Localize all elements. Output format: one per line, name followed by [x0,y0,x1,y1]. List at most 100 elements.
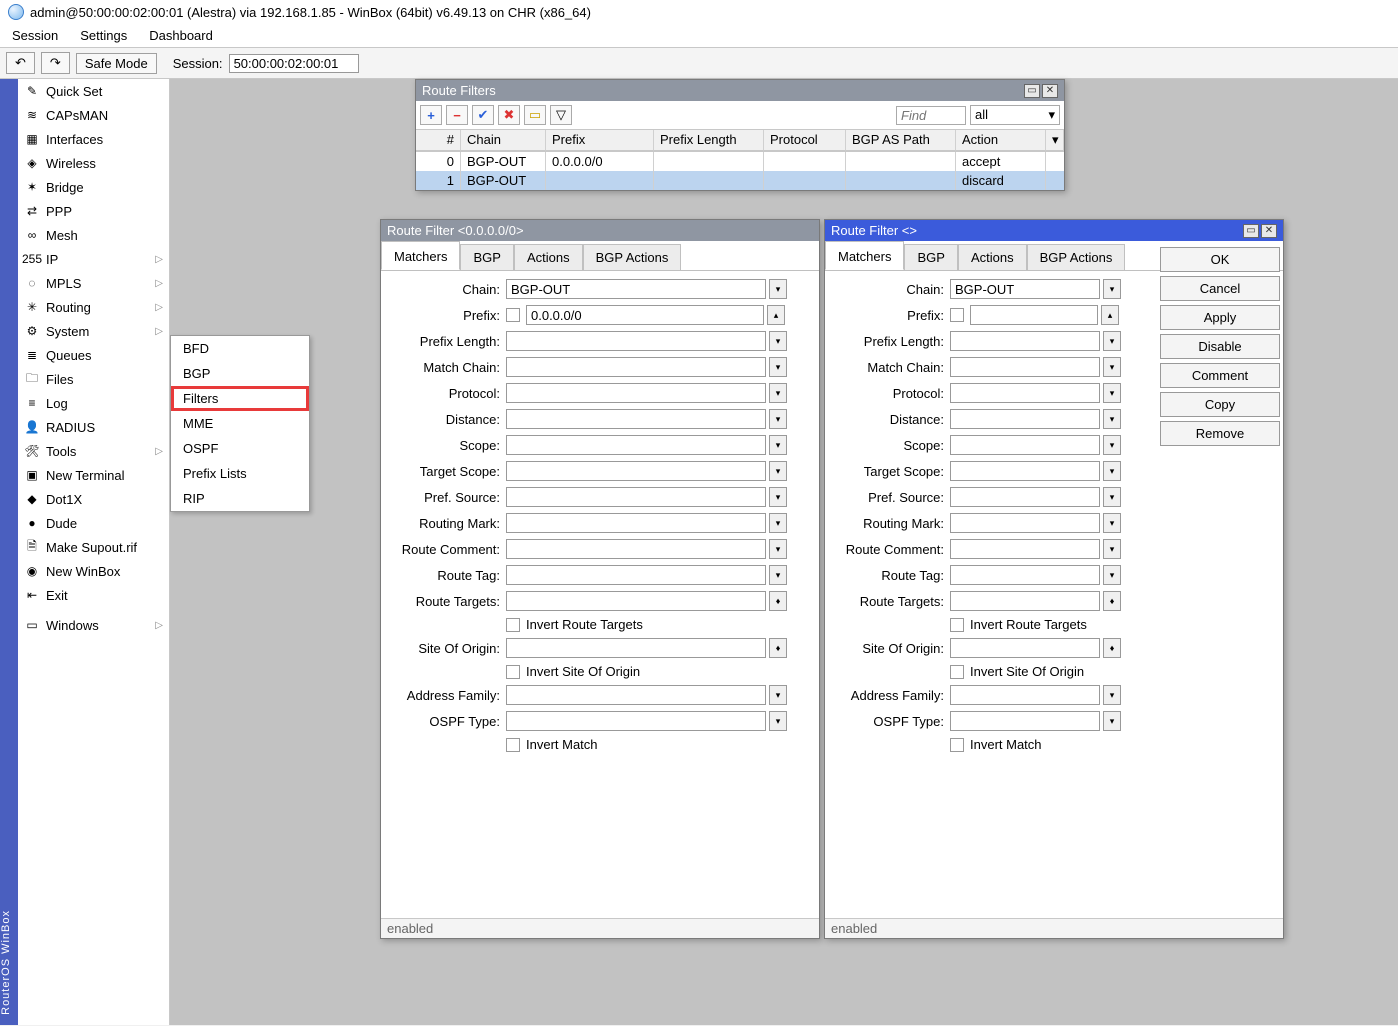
submenu-item-bfd[interactable]: BFD [171,336,309,361]
checkbox-imatch[interactable] [506,738,520,752]
comment-button[interactable]: Comment [1160,363,1280,388]
input-psrc[interactable] [950,487,1100,507]
dropdown-icon[interactable]: ▾ [1103,383,1121,403]
dropdown-icon[interactable]: ♦ [1103,591,1121,611]
dropdown-icon[interactable]: ▾ [769,435,787,455]
dropdown-icon[interactable]: ♦ [769,638,787,658]
dropdown-icon[interactable]: ▾ [769,565,787,585]
input-prefix[interactable] [970,305,1098,325]
checkbox-isoo[interactable] [950,665,964,679]
minimize-icon[interactable]: ▭ [1024,84,1040,98]
close-icon[interactable]: ✕ [1042,84,1058,98]
input-mchain[interactable] [506,357,766,377]
input-rcom[interactable] [950,539,1100,559]
tab-matchers[interactable]: Matchers [825,241,904,270]
remove-button[interactable]: Remove [1160,421,1280,446]
cancel-button[interactable]: Cancel [1160,276,1280,301]
input-rtag[interactable] [950,565,1100,585]
input-rtgt[interactable] [950,591,1100,611]
table-row[interactable]: 1BGP-OUTdiscard [416,171,1064,190]
input-rcom[interactable] [506,539,766,559]
dropdown-icon[interactable]: ▾ [1103,711,1121,731]
ok-button[interactable]: OK [1160,247,1280,272]
input-dist[interactable] [950,409,1100,429]
dropdown-icon[interactable]: ▾ [1103,487,1121,507]
dropdown-icon[interactable]: ▾ [1103,409,1121,429]
dropdown-icon[interactable]: ▾ [769,461,787,481]
dropdown-icon[interactable]: ▾ [769,539,787,559]
input-mchain[interactable] [950,357,1100,377]
dropdown-icon[interactable]: ♦ [1103,638,1121,658]
submenu-item-prefix-lists[interactable]: Prefix Lists [171,461,309,486]
dropdown-icon[interactable]: ▾ [769,383,787,403]
sidebar-item-bridge[interactable]: ✶Bridge [18,175,169,199]
input-soo[interactable] [950,638,1100,658]
dropdown-icon[interactable]: ▾ [769,685,787,705]
all-select[interactable]: all▾ [970,105,1060,125]
dropdown-icon[interactable]: ▾ [769,331,787,351]
enable-button[interactable]: ✔ [472,105,494,125]
prefix-enable-checkbox[interactable] [950,308,964,322]
input-plen[interactable] [506,331,766,351]
dropdown-icon[interactable]: ▾ [769,487,787,507]
redo-button[interactable]: ↷ [41,52,70,74]
input-ospf[interactable] [506,711,766,731]
prefix-enable-checkbox[interactable] [506,308,520,322]
dropdown-icon[interactable]: ▾ [1103,279,1121,299]
menu-dashboard[interactable]: Dashboard [145,26,217,45]
dropdown-icon[interactable]: ▾ [1103,357,1121,377]
copy-button[interactable]: Copy [1160,392,1280,417]
filter-button[interactable]: ▽ [550,105,572,125]
dropdown-icon[interactable]: ▾ [1103,685,1121,705]
menu-session[interactable]: Session [8,26,62,45]
input-ospf[interactable] [950,711,1100,731]
tab-actions[interactable]: Actions [958,244,1027,270]
input-plen[interactable] [950,331,1100,351]
sidebar-item-new-terminal[interactable]: ▣New Terminal [18,463,169,487]
dropdown-icon[interactable]: ▾ [769,513,787,533]
sidebar-item-capsman[interactable]: ≋CAPsMAN [18,103,169,127]
sidebar-item-log[interactable]: ≡Log [18,391,169,415]
submenu-item-rip[interactable]: RIP [171,486,309,511]
disable-button[interactable]: ✖ [498,105,520,125]
checkbox-irt[interactable] [506,618,520,632]
close-icon[interactable]: ✕ [1261,224,1277,238]
tab-bgp[interactable]: BGP [460,244,513,270]
sidebar-item-radius[interactable]: 👤RADIUS [18,415,169,439]
tab-bgp[interactable]: BGP [904,244,957,270]
tab-actions[interactable]: Actions [514,244,583,270]
submenu-item-filters[interactable]: Filters [171,386,309,411]
sidebar-item-queues[interactable]: ≣Queues [18,343,169,367]
input-proto[interactable] [506,383,766,403]
undo-button[interactable]: ↶ [6,52,35,74]
find-input[interactable] [896,106,966,125]
checkbox-isoo[interactable] [506,665,520,679]
submenu-item-ospf[interactable]: OSPF [171,436,309,461]
submenu-item-mme[interactable]: MME [171,411,309,436]
input-tscope[interactable] [950,461,1100,481]
sidebar-item-routing[interactable]: ✳Routing▷ [18,295,169,319]
sidebar-item-make-supout-rif[interactable]: 🗎Make Supout.rif [18,535,169,559]
input-soo[interactable] [506,638,766,658]
sidebar-item-new-winbox[interactable]: ◉New WinBox [18,559,169,583]
input-proto[interactable] [950,383,1100,403]
input-dist[interactable] [506,409,766,429]
sidebar-item-ppp[interactable]: ⇄PPP [18,199,169,223]
input-chain[interactable] [506,279,766,299]
tab-bgp-actions[interactable]: BGP Actions [1027,244,1126,270]
dropdown-icon[interactable]: ▾ [1103,435,1121,455]
dropdown-icon[interactable]: ▴ [1101,305,1119,325]
sidebar-item-mpls[interactable]: ◌MPLS▷ [18,271,169,295]
comment-button[interactable]: ▭ [524,105,546,125]
sidebar-item-files[interactable]: 🗀Files [18,367,169,391]
dropdown-icon[interactable]: ♦ [769,591,787,611]
add-button[interactable]: + [420,105,442,125]
checkbox-irt[interactable] [950,618,964,632]
dropdown-icon[interactable]: ▾ [1103,461,1121,481]
disable-button[interactable]: Disable [1160,334,1280,359]
dropdown-icon[interactable]: ▾ [1103,331,1121,351]
sidebar-item-interfaces[interactable]: ▦Interfaces [18,127,169,151]
sidebar-item-dot1x[interactable]: ◆Dot1X [18,487,169,511]
input-psrc[interactable] [506,487,766,507]
input-chain[interactable] [950,279,1100,299]
